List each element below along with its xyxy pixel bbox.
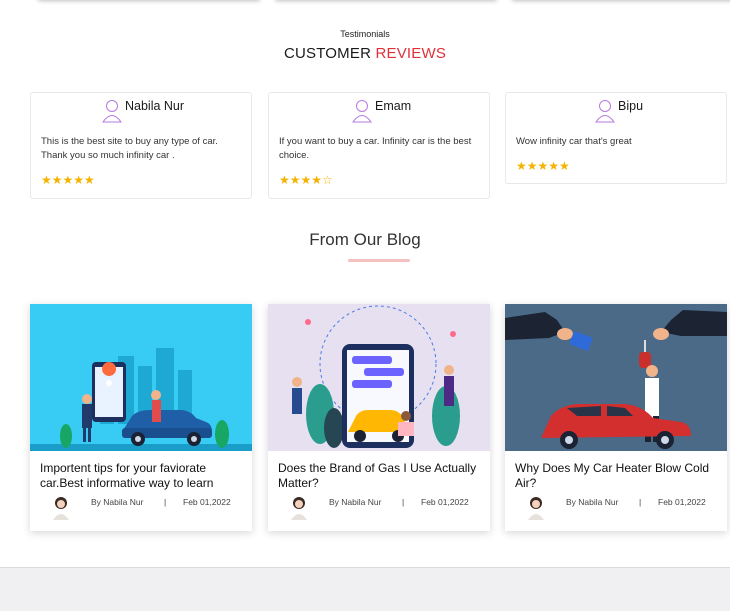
reviewer-name: Emam [375,99,412,113]
user-icon [102,100,122,123]
post-meta: By Nabila Nur | Feb 01,2022 [515,494,720,520]
car-navigation-illustration-icon[interactable] [30,304,252,451]
author-avatar [291,497,307,520]
review-card: Bipu Wow infinity car that's great ★★★★★ [505,92,727,184]
author-avatar [528,497,544,520]
meta-separator: | [164,497,167,507]
post-meta: By Nabila Nur | Feb 01,2022 [278,494,483,520]
post-meta: By Nabila Nur | Feb 01,2022 [40,494,245,520]
blog-heading: From Our Blog [309,230,421,249]
post-author: By Nabila Nur [566,497,619,507]
post-date: Feb 01,2022 [658,497,706,507]
blog-post-title[interactable]: Does the Brand of Gas I Use Actually Mat… [278,461,483,491]
star-rating: ★★★★☆ [279,173,479,187]
meta-separator: | [639,497,642,507]
review-text: If you want to buy a car. Infinity car i… [279,136,472,161]
author-avatar [53,497,69,520]
user-icon [352,100,372,123]
meta-separator: | [402,497,405,507]
heading-underline [348,259,410,262]
post-date: Feb 01,2022 [421,497,469,507]
reviewer-name: Bipu [618,99,644,113]
car-key-handover-illustration-icon[interactable] [505,304,727,451]
testimonials-eyebrow: Testimonials [340,29,390,39]
blog-card[interactable]: Does the Brand of Gas I Use Actually Mat… [268,304,490,531]
review-text: This is the best site to buy any type of… [41,136,218,161]
heading-main: CUSTOMER [283,45,372,62]
blog-card[interactable]: Importent tips for your faviorate car.Be… [30,304,252,531]
blog-post-title[interactable]: Why Does My Car Heater Blow Cold Air? [515,461,720,491]
star-empty-icon: ☆ [322,173,333,187]
star-rating: ★★★★★ [516,159,570,173]
reviewer-name: Nabila Nur [125,99,185,113]
user-icon [595,100,615,123]
review-card: Nabila Nur This is the best site to buy … [30,92,252,199]
star-filled: ★★★★ [279,173,323,187]
phone-car-app-illustration-icon[interactable] [268,304,490,451]
review-card: Emam If you want to buy a car. Infinity … [268,92,490,199]
blog-card[interactable]: Why Does My Car Heater Blow Cold Air? By… [505,304,727,531]
customer-reviews-heading: CUSTOMER REVIEWS [0,45,730,62]
post-date: Feb 01,2022 [183,497,231,507]
footer-band [0,567,730,611]
review-text: Wow infinity car that's great [516,136,632,147]
star-rating: ★★★★★ [41,173,95,187]
heading-accent: REVIEWS [375,45,447,62]
post-author: By Nabila Nur [91,497,144,507]
blog-post-title[interactable]: Importent tips for your faviorate car.Be… [40,461,245,491]
post-author: By Nabila Nur [329,497,382,507]
